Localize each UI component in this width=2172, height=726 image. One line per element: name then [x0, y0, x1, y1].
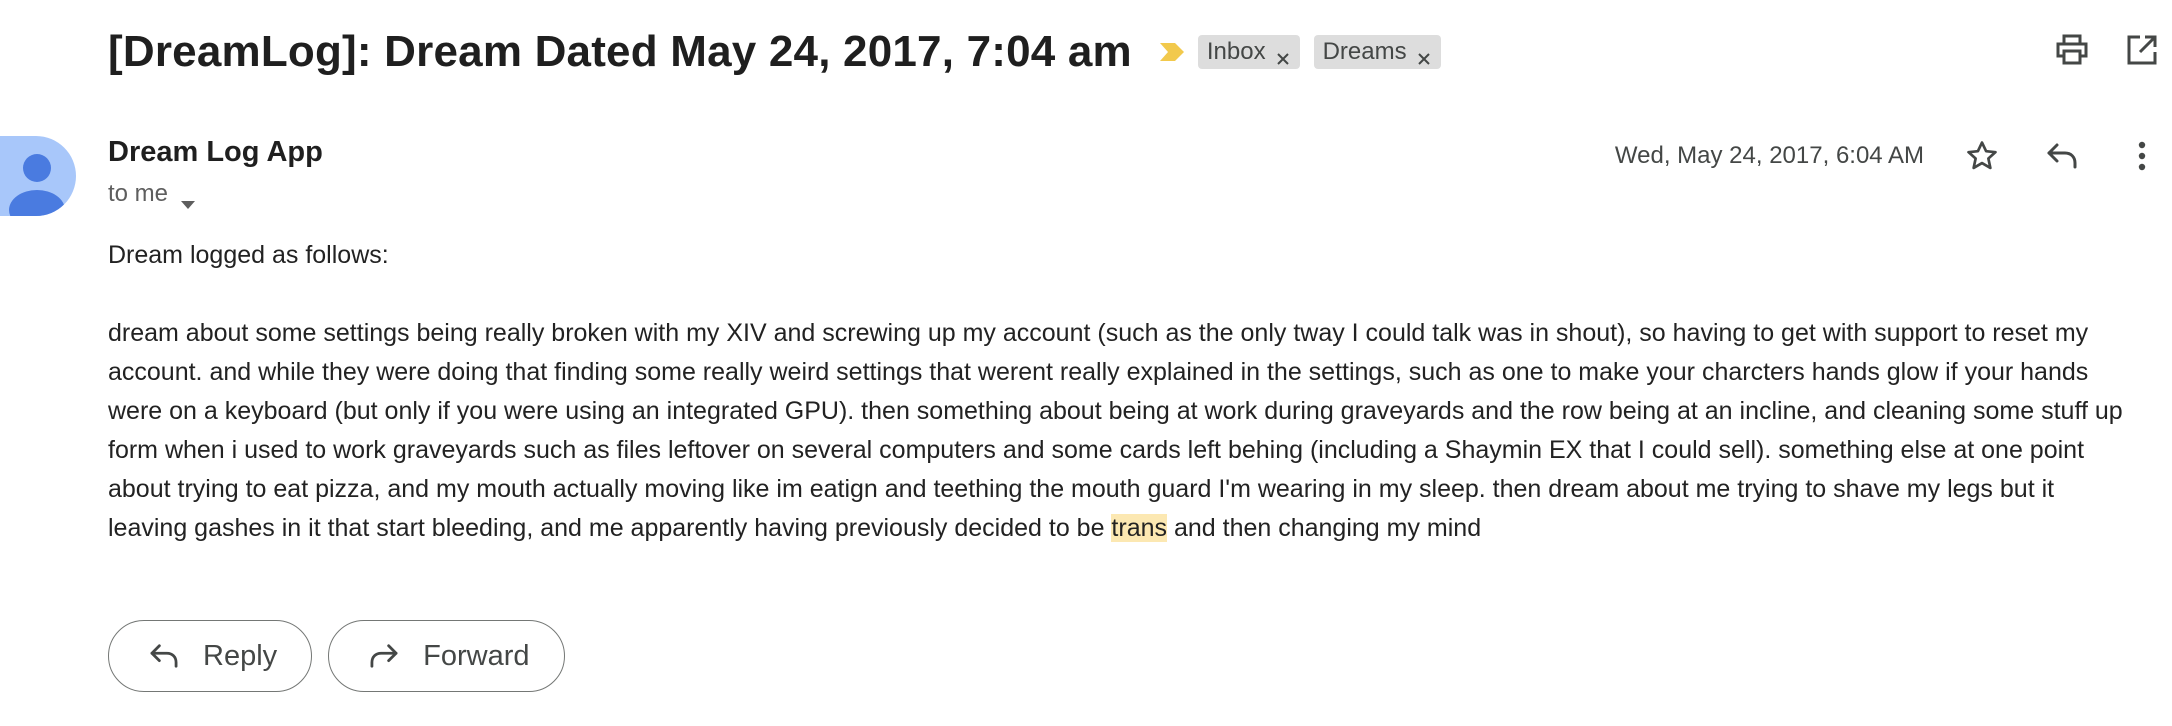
sender-name: Dream Log App: [108, 136, 323, 168]
body-text-before: dream about some settings being really b…: [108, 319, 2123, 542]
print-icon[interactable]: [2054, 32, 2090, 68]
recipient-details[interactable]: to me: [108, 180, 196, 209]
highlighted-term: trans: [1111, 514, 1168, 542]
reply-button-label: Reply: [203, 639, 278, 672]
body-paragraph: dream about some settings being really b…: [108, 314, 2140, 548]
forward-icon: [370, 644, 398, 668]
label-chip-dreams[interactable]: Dreams: [1313, 35, 1441, 69]
email-subject: [DreamLog]: Dream Dated May 24, 2017, 7:…: [108, 27, 1132, 76]
star-icon[interactable]: [1964, 138, 2000, 174]
message-body: Dream logged as follows: dream about som…: [108, 236, 2140, 548]
recipient-label: to me: [108, 180, 169, 207]
chevron-down-icon[interactable]: [180, 189, 196, 209]
avatar: [0, 136, 76, 216]
message-date: Wed, May 24, 2017, 6:04 AM: [1614, 142, 1924, 169]
reply-button[interactable]: Reply: [108, 620, 313, 692]
more-vertical-icon[interactable]: [2124, 138, 2160, 174]
importance-marker-icon[interactable]: [1158, 41, 1186, 63]
body-intro: Dream logged as follows:: [108, 241, 389, 269]
remove-label-icon[interactable]: [1276, 45, 1290, 65]
label-chip-inbox[interactable]: Inbox: [1197, 35, 1300, 69]
remove-label-icon[interactable]: [1417, 45, 1431, 65]
open-in-new-window-icon[interactable]: [2124, 32, 2160, 68]
body-text-after: and then changing my mind: [1167, 514, 1482, 542]
reply-icon[interactable]: [2044, 138, 2080, 174]
forward-button-label: Forward: [423, 639, 530, 672]
message-meta: Wed, May 24, 2017, 6:04 AM: [1615, 136, 2160, 176]
forward-button[interactable]: Forward: [328, 620, 565, 692]
label-chip-text: Dreams: [1322, 38, 1407, 65]
subject-row: [DreamLog]: Dream Dated May 24, 2017, 7:…: [108, 22, 1441, 82]
reply-icon: [150, 644, 178, 668]
thread-actions: [2054, 32, 2160, 68]
label-chip-text: Inbox: [1206, 38, 1266, 65]
message-actions: Reply Forward: [108, 620, 565, 692]
